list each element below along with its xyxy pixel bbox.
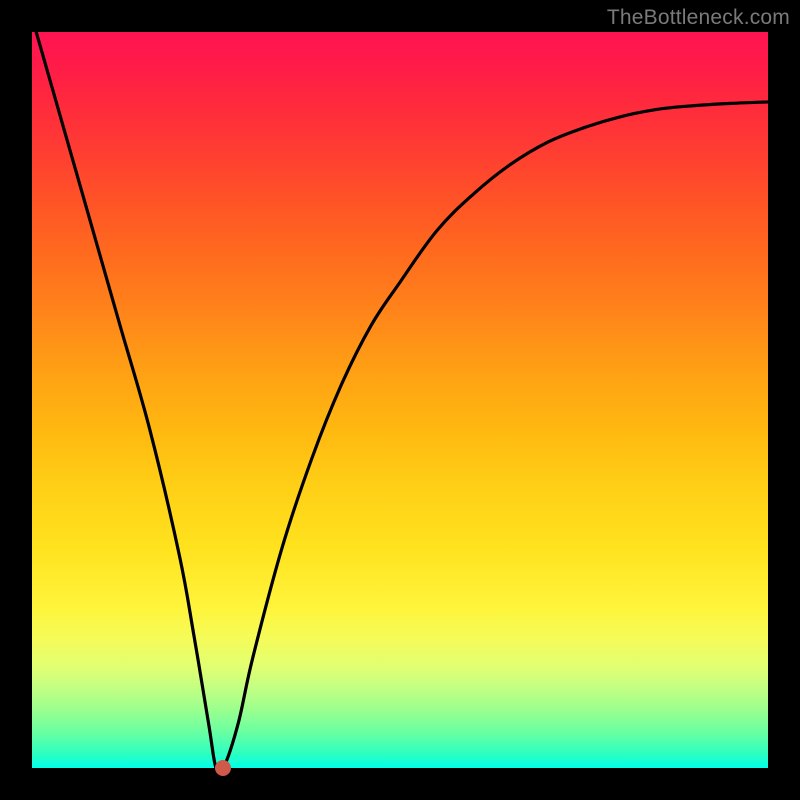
black-frame: TheBottleneck.com <box>0 0 800 800</box>
bottleneck-curve <box>32 17 768 774</box>
attribution-text: TheBottleneck.com <box>607 6 790 30</box>
minimum-marker <box>215 760 231 776</box>
curve-layer <box>32 32 768 768</box>
